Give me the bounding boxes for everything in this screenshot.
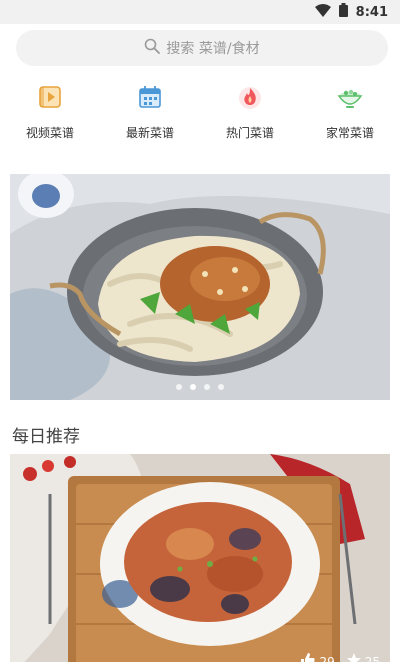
video-recipe-icon bbox=[37, 84, 63, 114]
star-icon bbox=[346, 653, 361, 662]
category-hot-label: 热门菜谱 bbox=[225, 126, 274, 140]
category-home[interactable]: 家常菜谱 bbox=[305, 84, 395, 150]
category-hot[interactable]: 热门菜谱 bbox=[205, 84, 295, 150]
recipe-stats: 29 25 bbox=[301, 653, 380, 662]
star-stat[interactable]: 25 bbox=[346, 653, 380, 662]
banner-carousel[interactable] bbox=[10, 174, 390, 400]
banner-noodle-image bbox=[10, 174, 390, 400]
category-video-label: 视频菜谱 bbox=[25, 126, 74, 140]
search-icon bbox=[144, 38, 161, 58]
like-stat[interactable]: 29 bbox=[301, 653, 335, 662]
carousel-dot[interactable] bbox=[204, 384, 210, 390]
carousel-dot-active[interactable] bbox=[190, 384, 196, 390]
battery-icon bbox=[338, 3, 348, 21]
carousel-indicator bbox=[10, 384, 390, 390]
search-bar[interactable]: 搜索 菜谱/食材 bbox=[16, 30, 388, 66]
category-video[interactable]: 视频菜谱 bbox=[5, 84, 95, 150]
status-bar: 8:41 bbox=[0, 0, 400, 24]
category-latest-label: 最新菜谱 bbox=[125, 126, 174, 140]
thumbs-up-icon bbox=[301, 653, 316, 662]
search-placeholder: 搜索 菜谱/食材 bbox=[166, 41, 260, 57]
carousel-dot[interactable] bbox=[218, 384, 224, 390]
like-count: 29 bbox=[319, 654, 335, 662]
wifi-icon bbox=[314, 3, 331, 21]
featured-recipe-card[interactable]: 29 25 bbox=[10, 454, 390, 662]
bowl-icon bbox=[337, 84, 363, 114]
featured-recipe-image bbox=[10, 454, 390, 662]
category-row: 视频菜谱 最新菜谱 热门菜谱 家常菜谱 bbox=[0, 84, 400, 150]
section-title: 每日推荐 bbox=[12, 427, 80, 447]
status-time: 8:41 bbox=[355, 4, 388, 20]
category-latest[interactable]: 最新菜谱 bbox=[105, 84, 195, 150]
carousel-dot[interactable] bbox=[176, 384, 182, 390]
star-count: 25 bbox=[364, 654, 380, 662]
calendar-icon bbox=[137, 84, 163, 114]
flame-icon bbox=[237, 84, 263, 114]
category-home-label: 家常菜谱 bbox=[325, 126, 374, 140]
